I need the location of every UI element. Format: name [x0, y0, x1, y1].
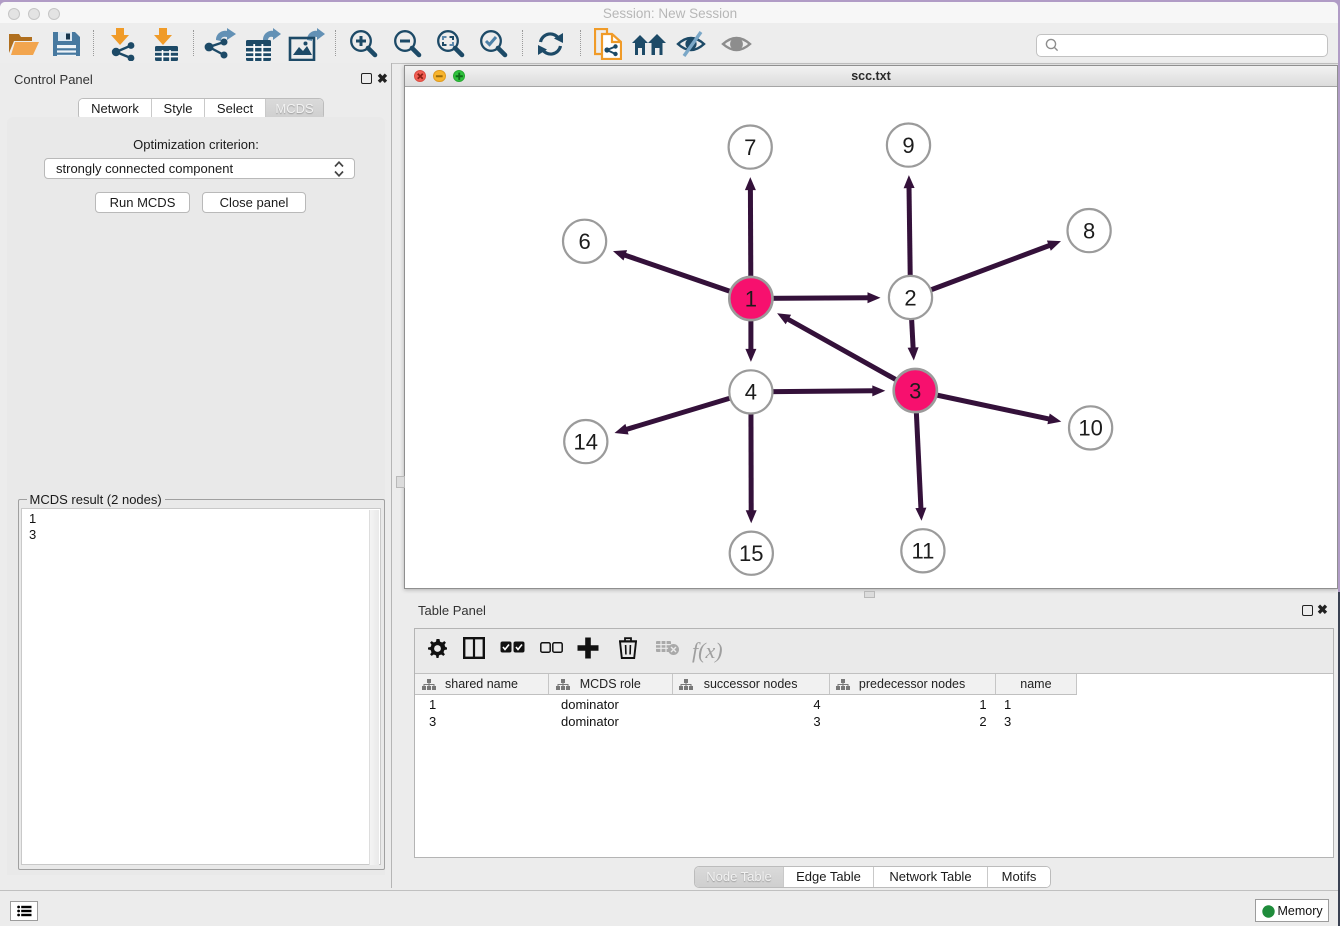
svg-text:7: 7 — [744, 134, 756, 159]
svg-text:15: 15 — [739, 541, 763, 566]
svg-text:11: 11 — [911, 538, 934, 563]
svg-text:8: 8 — [1083, 218, 1095, 243]
svg-text:1: 1 — [745, 286, 757, 311]
svg-text:9: 9 — [902, 132, 914, 157]
svg-text:10: 10 — [1078, 415, 1102, 440]
svg-text:4: 4 — [745, 379, 757, 404]
svg-text:6: 6 — [578, 229, 590, 254]
svg-text:3: 3 — [909, 378, 921, 403]
svg-text:14: 14 — [574, 429, 598, 454]
svg-text:2: 2 — [904, 285, 916, 310]
